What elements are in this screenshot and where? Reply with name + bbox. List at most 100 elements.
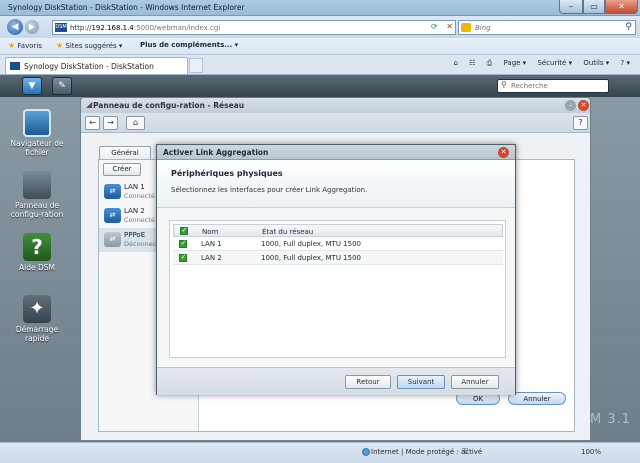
search-box[interactable]: ⚲ <box>458 20 636 35</box>
panel-forward-button[interactable]: → <box>103 116 118 130</box>
dialog-footer: Retour Suivant Annuler <box>157 367 515 395</box>
site-favicon: DSM <box>55 23 67 32</box>
row-checkbox[interactable] <box>179 239 187 248</box>
dialog-title: Activer Link Aggregation <box>163 148 269 157</box>
help-menu[interactable]: ? ▾ <box>621 59 630 67</box>
file-browser-icon <box>23 109 51 137</box>
tab-label: Synology DiskStation - DiskStation <box>24 61 154 71</box>
desktop-icon-dsm-help[interactable]: ? Aide DSM <box>6 233 68 273</box>
internet-zone-icon <box>362 448 370 456</box>
panel-minimize-button[interactable]: – <box>565 100 576 111</box>
help-icon: ? <box>23 233 51 261</box>
select-all-checkbox[interactable] <box>180 226 188 235</box>
forward-arrow-icon: ▶ <box>28 22 36 31</box>
maximize-button[interactable]: ▭ <box>583 0 605 14</box>
control-panel-icon <box>23 171 51 199</box>
home-icon: ⌂ <box>132 118 139 127</box>
back-button[interactable]: Retour <box>345 375 391 389</box>
next-button[interactable]: Suivant <box>397 375 445 389</box>
refresh-icon[interactable]: ⟳ <box>431 22 438 31</box>
address-bar[interactable]: DSM http://192.168.1.4:5000/webman/index… <box>52 20 456 35</box>
main-menu-button[interactable]: ▼ <box>22 77 42 95</box>
print-icon[interactable]: ⎙ <box>487 59 493 67</box>
control-panel-task-button[interactable]: ✎ <box>52 77 72 95</box>
panel-chevron-icon: ◢ <box>86 100 93 109</box>
panel-cancel-button[interactable]: Annuler <box>508 392 566 405</box>
dialog-close-icon[interactable]: ✕ <box>498 147 509 158</box>
search-input[interactable] <box>475 22 615 33</box>
tab-general[interactable]: Général <box>99 146 151 160</box>
grid-header: Nom État du réseau <box>173 224 503 237</box>
feeds-icon[interactable]: ☷ <box>469 59 475 67</box>
panel-back-button[interactable]: ← <box>85 116 100 130</box>
status-bar: Internet | Mode protégé : activé ⚿ 100% <box>0 442 640 463</box>
address-row: ◀ ▶ DSM http://192.168.1.4:5000/webman/i… <box>0 16 640 38</box>
back-button[interactable]: ◀ <box>7 19 23 35</box>
forward-button[interactable]: ▶ <box>25 20 39 34</box>
window-title-bar: Synology DiskStation - DiskStation - Win… <box>0 0 640 16</box>
row-checkbox[interactable] <box>179 253 187 262</box>
stop-icon[interactable]: ✕ <box>446 22 453 31</box>
more-addons-link[interactable]: Plus de compléments... ▾ <box>140 41 238 49</box>
control-panel-toolbar: ← → ⌂ ? <box>81 113 590 133</box>
dialog-header: Périphériques physiques Sélectionnez les… <box>157 160 515 208</box>
new-tab-button[interactable] <box>189 58 203 73</box>
star-icon: ★ <box>8 41 16 50</box>
close-button[interactable]: ✕ <box>605 0 638 14</box>
help-icon: ? <box>578 118 583 127</box>
page-menu[interactable]: Page ▾ <box>504 59 527 67</box>
control-panel-title-bar: ◢ Panneau de configu-ration - Réseau – ✕ <box>81 98 590 113</box>
tools-menu[interactable]: Outils ▾ <box>583 59 609 67</box>
ds-search-box[interactable]: ⚲ <box>497 79 609 93</box>
command-bar: ⌂ ☷ ⎙ Page ▾ Sécurité ▾ Outils ▾ ? ▾ <box>444 59 630 68</box>
dsm-watermark: M 3.1 <box>590 412 632 427</box>
browser-tab[interactable]: Synology DiskStation - DiskStation <box>5 57 188 74</box>
table-row[interactable]: LAN 1 1000, Full duplex, MTU 1500 <box>173 237 503 251</box>
ds-taskbar: ▼ ✎ ⚲ <box>0 75 640 97</box>
interface-grid: Nom État du réseau LAN 1 1000, Full dupl… <box>173 224 503 265</box>
add-favorite-icon: ★ <box>56 41 64 50</box>
minimize-button[interactable]: – <box>559 0 583 14</box>
dialog-description: Sélectionnez les interfaces pour créer L… <box>171 186 368 194</box>
ds-search-icon: ⚲ <box>501 80 507 89</box>
tab-row: Synology DiskStation - DiskStation ⌂ ☷ ⎙… <box>0 55 640 75</box>
suggested-sites-link[interactable]: ★ Sites suggérés ▾ <box>56 41 122 50</box>
pppoe-interface-icon: ⇄ <box>104 232 121 247</box>
link-aggregation-dialog: Activer Link Aggregation ✕ Périphériques… <box>156 144 516 395</box>
favorites-button[interactable]: ★ Favoris <box>8 41 42 50</box>
column-header-name[interactable]: Nom <box>202 228 218 236</box>
control-panel-title: Panneau de configu-ration - Réseau <box>93 101 245 110</box>
network-interface-icon: ⇄ <box>104 208 121 223</box>
column-header-state[interactable]: État du réseau <box>262 228 313 236</box>
tools-icon: ✎ <box>58 81 66 91</box>
window-title: Synology DiskStation - DiskStation - Win… <box>8 3 245 12</box>
create-button[interactable]: Créer <box>103 163 141 176</box>
desktop-icon-file-browser[interactable]: Navigateur de fichier <box>6 109 68 157</box>
wizard-wand-icon: ✦ <box>23 295 51 323</box>
interface-grid-panel: Nom État du réseau LAN 1 1000, Full dupl… <box>169 220 506 358</box>
arrow-right-icon: → <box>107 118 114 127</box>
panel-help-button[interactable]: ? <box>573 116 588 130</box>
panel-home-button[interactable]: ⌂ <box>126 116 145 130</box>
arrow-left-icon: ← <box>89 118 96 127</box>
bing-icon <box>461 23 471 32</box>
protected-mode-icon: ⚿ <box>462 447 469 456</box>
dialog-title-bar: Activer Link Aggregation ✕ <box>157 145 515 160</box>
address-url[interactable]: http://192.168.1.4:5000/webman/index.cgi <box>70 24 220 32</box>
ds-search-input[interactable] <box>511 81 605 91</box>
security-menu[interactable]: Sécurité ▾ <box>537 59 572 67</box>
main-menu-icon: ▼ <box>28 81 36 91</box>
desktop-icon-quick-start[interactable]: ✦ Démarrage rapide <box>6 295 68 343</box>
tab-favicon <box>10 62 20 70</box>
cancel-button[interactable]: Annuler <box>451 375 499 389</box>
desktop-icon-control-panel[interactable]: Panneau de configu-ration <box>6 171 68 219</box>
network-interface-icon: ⇄ <box>104 184 121 199</box>
back-arrow-icon: ◀ <box>11 22 19 32</box>
table-row[interactable]: LAN 2 1000, Full duplex, MTU 1500 <box>173 251 503 265</box>
search-icon[interactable]: ⚲ <box>625 22 632 32</box>
dialog-heading: Périphériques physiques <box>171 169 283 178</box>
panel-close-button[interactable]: ✕ <box>578 100 589 111</box>
favorites-bar: ★ Favoris ★ Sites suggérés ▾ Plus de com… <box>0 38 640 55</box>
zoom-level[interactable]: 100% <box>581 448 601 456</box>
home-icon[interactable]: ⌂ <box>453 59 457 67</box>
